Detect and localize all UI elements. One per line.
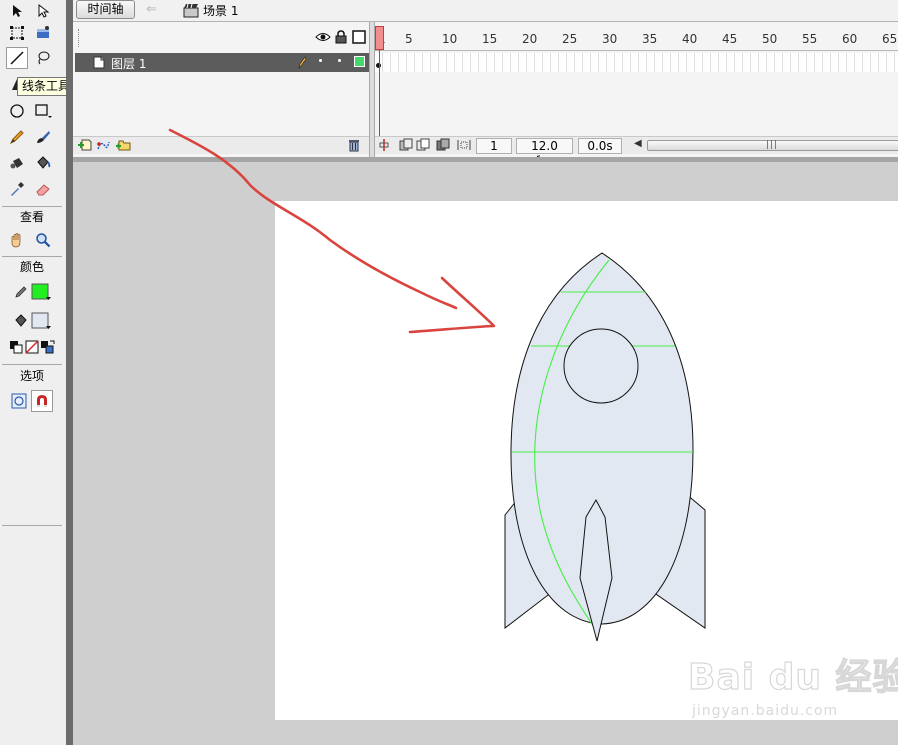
rocket-window: [563, 328, 639, 404]
stage-drawing: [168, 128, 706, 642]
watermark-url: jingyan.baidu.com: [692, 703, 839, 719]
baidu-watermark: Bai du 经验 jingyan.baidu.com: [686, 648, 898, 723]
annotation-arrow: [168, 128, 458, 310]
watermark-logo: Bai du 经验: [687, 656, 898, 698]
